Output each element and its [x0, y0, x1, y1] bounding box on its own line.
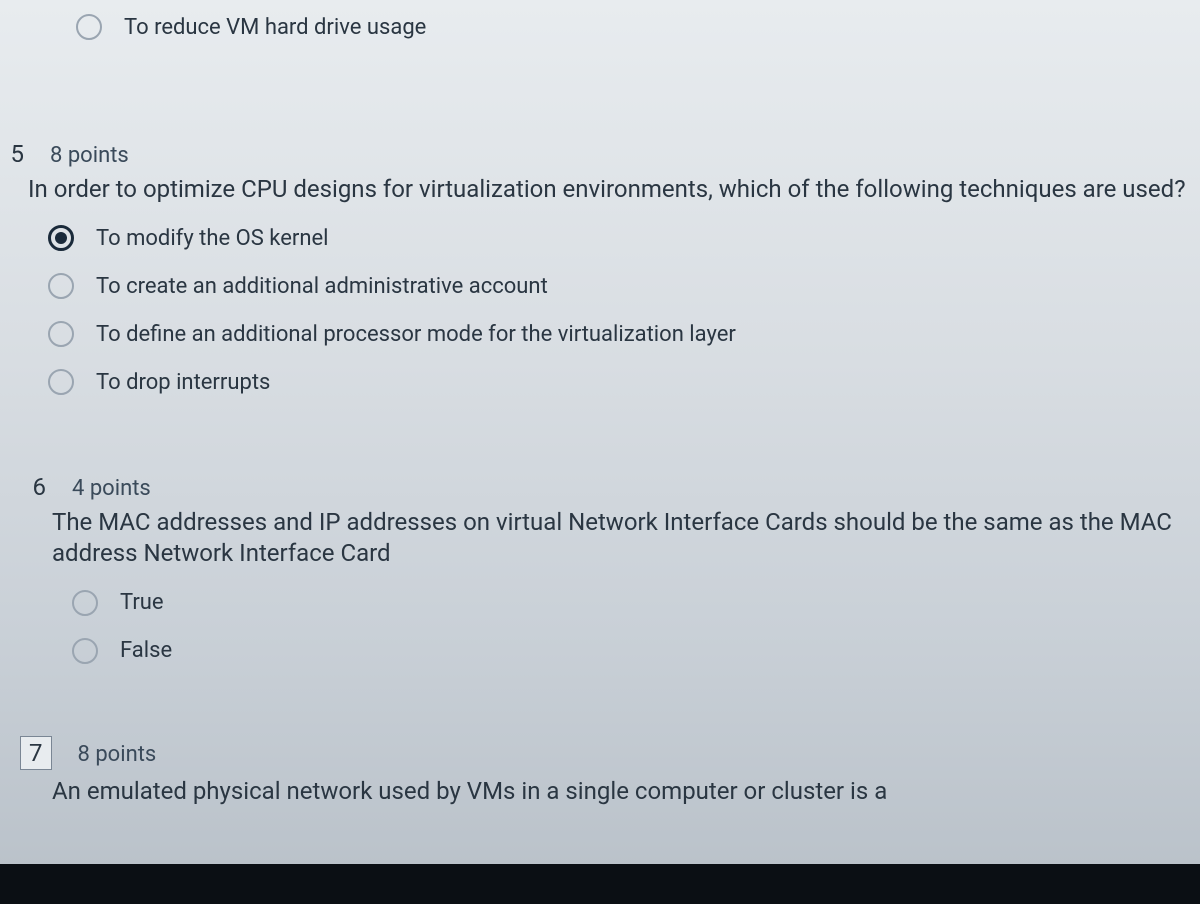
option-row[interactable]: To modify the OS kernel	[48, 225, 1200, 251]
option-row[interactable]: True	[72, 590, 1200, 616]
option-label: To modify the OS kernel	[96, 226, 329, 251]
question-5: 5 8 points In order to optimize CPU desi…	[0, 140, 1200, 395]
option-label: To drop interrupts	[96, 370, 270, 395]
option-label: True	[120, 590, 164, 615]
options-list: To modify the OS kernel To create an add…	[0, 225, 1200, 395]
question-text: The MAC addresses and IP addresses on vi…	[0, 501, 1200, 583]
bottom-bar	[0, 864, 1200, 904]
option-row[interactable]: To create an additional administrative a…	[48, 273, 1200, 299]
radio-icon	[48, 321, 74, 347]
question-number: 6	[16, 473, 46, 501]
question-number: 7	[20, 736, 52, 770]
option-label: To reduce VM hard drive usage	[124, 15, 426, 40]
question-number: 5	[0, 140, 24, 168]
options-list: True False	[0, 590, 1200, 664]
radio-icon	[72, 590, 98, 616]
option-row[interactable]: False	[72, 638, 1200, 664]
radio-icon	[48, 225, 74, 251]
option-row[interactable]: To define an additional processor mode f…	[48, 321, 1200, 347]
option-row[interactable]: To drop interrupts	[48, 369, 1200, 395]
quiz-container: To reduce VM hard drive usage 5 8 points…	[0, 4, 1200, 821]
question-header: 5 8 points	[0, 140, 1200, 168]
question-points: 8 points	[50, 143, 129, 168]
question-points: 8 points	[78, 742, 157, 767]
option-label: To define an additional processor mode f…	[96, 322, 736, 347]
radio-icon	[48, 369, 74, 395]
question-7: 7 8 points An emulated physical network …	[0, 736, 1200, 821]
question-text: An emulated physical network used by VMs…	[0, 770, 1200, 821]
question-6: 6 4 points The MAC addresses and IP addr…	[0, 473, 1200, 663]
radio-icon	[48, 273, 74, 299]
question-text: In order to optimize CPU designs for vir…	[0, 168, 1200, 219]
question-header: 6 4 points	[0, 473, 1200, 501]
option-row[interactable]: To reduce VM hard drive usage	[36, 4, 1200, 50]
question-points: 4 points	[72, 476, 151, 501]
question-header: 7 8 points	[0, 736, 1200, 770]
option-label: To create an additional administrative a…	[96, 274, 548, 299]
option-label: False	[120, 638, 172, 663]
radio-icon	[76, 14, 102, 40]
radio-icon	[72, 638, 98, 664]
